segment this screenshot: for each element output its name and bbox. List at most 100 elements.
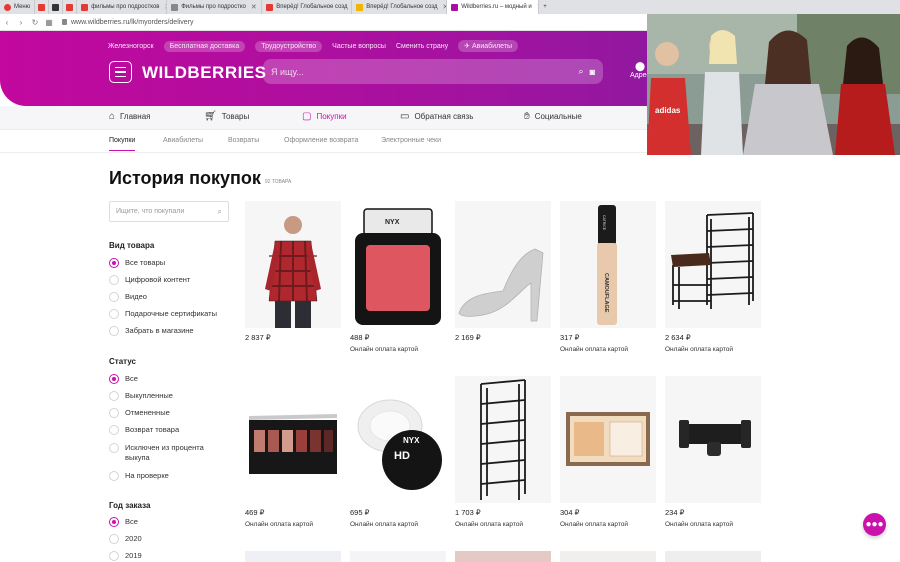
filter-option[interactable]: Забрать в магазине <box>109 326 234 336</box>
product-card[interactable]: 304 ₽ Онлайн оплата картой <box>560 376 656 528</box>
tab-e-receipts[interactable]: Электронные чеки <box>381 137 441 144</box>
product-image-concealer[interactable]: CATRICE CAMOUFLAGE <box>560 201 656 328</box>
browser-tab[interactable]: Вперёд! Глобальное созд✕ <box>262 0 353 14</box>
radio-selected[interactable] <box>109 374 119 384</box>
product-card[interactable] <box>455 551 551 562</box>
browser-tab[interactable]: Вперёд! Глобальное созд✕ <box>352 0 448 14</box>
opera-icon <box>4 3 11 11</box>
radio[interactable] <box>109 391 119 401</box>
radio[interactable] <box>109 275 119 285</box>
filter-option[interactable]: Видео <box>109 292 234 302</box>
product-image[interactable] <box>560 551 656 562</box>
product-card[interactable] <box>350 551 446 562</box>
browser-tab[interactable]: фильмы про подростков✕ <box>77 0 168 14</box>
city-link[interactable]: Железногорск <box>108 43 154 50</box>
product-card[interactable]: 2 169 ₽ <box>455 201 551 342</box>
radio[interactable] <box>109 292 119 302</box>
filter-option[interactable]: Все <box>109 374 234 384</box>
pinned-tab-icon[interactable] <box>63 0 78 14</box>
support-chat-button[interactable]: ●●● <box>863 513 886 536</box>
avia-link[interactable]: ✈ Авиабилеты <box>458 40 519 52</box>
tab-returns[interactable]: Возвраты <box>228 137 259 144</box>
purchases-search-input[interactable] <box>116 208 218 215</box>
product-image-rack-bench[interactable] <box>665 201 761 328</box>
product-image-shirt[interactable] <box>245 201 341 328</box>
tab-purchases[interactable]: Покупки <box>109 137 136 151</box>
filter-option[interactable]: Все товары <box>109 258 234 268</box>
product-card[interactable]: 2 634 ₽ Онлайн оплата картой <box>665 201 761 353</box>
filter-option[interactable]: Выкупленные <box>109 391 234 401</box>
search-input[interactable] <box>271 66 573 77</box>
filter-option[interactable]: Подарочные сертификаты <box>109 309 234 319</box>
radio[interactable] <box>109 551 119 561</box>
wildberries-logo[interactable]: WILDBERRIES <box>142 63 267 83</box>
close-tab-icon[interactable]: ✕ <box>251 3 257 11</box>
tab-avia[interactable]: Авиабилеты <box>163 137 203 144</box>
menu-burger-button[interactable] <box>109 61 132 83</box>
nav-purchases[interactable]: ▢ Покупки <box>302 111 347 122</box>
forward-icon[interactable]: › <box>14 18 28 27</box>
product-image-blush[interactable]: NYX <box>350 201 446 328</box>
url-field[interactable]: www.wildberries.ru/lk/myorders/delivery <box>62 19 194 26</box>
product-card[interactable]: 2 837 ₽ <box>245 201 341 342</box>
product-card[interactable]: NYX 488 ₽ Онлайн оплата картой <box>350 201 446 353</box>
product-card[interactable] <box>245 551 341 562</box>
product-card[interactable]: 469 ₽ Онлайн оплата картой <box>245 376 341 528</box>
radio-selected[interactable] <box>109 258 119 268</box>
filter-option[interactable]: Возврат товара <box>109 425 234 435</box>
radio-selected[interactable] <box>109 517 119 527</box>
product-image[interactable] <box>245 551 341 562</box>
product-image[interactable] <box>350 551 446 562</box>
filter-option[interactable]: Цифровой контент <box>109 275 234 285</box>
browser-tab-active[interactable]: Wildberries.ru – модный и✕ <box>447 0 540 14</box>
product-image-holder[interactable] <box>665 376 761 503</box>
search-icon[interactable]: ⌕ <box>579 66 584 77</box>
faq-link[interactable]: Частые вопросы <box>332 43 386 50</box>
back-icon[interactable]: ‹ <box>0 18 14 27</box>
radio[interactable] <box>109 326 119 336</box>
nav-goods[interactable]: 🛒︎ Товары <box>204 111 249 122</box>
product-image-shoe[interactable] <box>455 201 551 328</box>
jobs-link[interactable]: Трудоустройство <box>255 40 323 52</box>
nav-feedback[interactable]: ▭ Обратная связь <box>400 111 473 122</box>
reload-icon[interactable]: ↻ <box>28 18 42 27</box>
picture-in-picture-video[interactable]: adidas <box>647 14 900 155</box>
speed-dial-grid-icon[interactable]: ▦ <box>42 18 56 27</box>
product-image-rack[interactable] <box>455 376 551 503</box>
speed-dial-icon[interactable] <box>35 0 50 14</box>
new-tab-button[interactable]: + <box>539 0 551 14</box>
product-card[interactable] <box>665 551 761 562</box>
product-image-palette[interactable] <box>245 376 341 503</box>
product-card[interactable]: CATRICE CAMOUFLAGE 317 ₽ Онлайн оплата к… <box>560 201 656 353</box>
filter-option[interactable]: 2019 <box>109 551 234 561</box>
search-icon[interactable]: ⌕ <box>218 207 222 217</box>
filter-option[interactable]: 2020 <box>109 534 234 544</box>
product-image[interactable] <box>665 551 761 562</box>
filter-option[interactable]: На проверке <box>109 471 234 481</box>
nav-home[interactable]: ⌂ Главная <box>109 111 151 122</box>
camera-icon[interactable]: ◙ <box>590 67 595 77</box>
product-card[interactable]: 234 ₽ Онлайн оплата картой <box>665 376 761 528</box>
product-card[interactable]: NYX HD 695 ₽ Онлайн оплата картой <box>350 376 446 528</box>
product-image[interactable] <box>455 551 551 562</box>
filter-option[interactable]: Отмененные <box>109 408 234 418</box>
browser-tab[interactable]: Фильмы про подростко ✕ <box>167 0 263 14</box>
radio[interactable] <box>109 534 119 544</box>
product-image-box[interactable] <box>560 376 656 503</box>
product-card[interactable] <box>560 551 656 562</box>
radio[interactable] <box>109 309 119 319</box>
radio[interactable] <box>109 443 119 453</box>
pinned-tab-icon[interactable] <box>49 0 64 14</box>
radio[interactable] <box>109 425 119 435</box>
filter-option[interactable]: Исключен из процента выкупа <box>109 443 229 463</box>
change-country-link[interactable]: Сменить страну <box>396 43 448 50</box>
browser-menu-button[interactable]: Меню <box>0 0 36 14</box>
free-delivery-link[interactable]: Бесплатная доставка <box>163 40 246 52</box>
product-card[interactable]: 1 703 ₽ Онлайн оплата картой <box>455 376 551 528</box>
tab-return-request[interactable]: Оформление возврата <box>284 137 358 144</box>
nav-social[interactable]: ✋︎ Социальные <box>524 111 582 122</box>
radio[interactable] <box>109 471 119 481</box>
product-image-powder[interactable]: NYX HD <box>350 376 446 503</box>
filter-option[interactable]: Все <box>109 517 234 527</box>
radio[interactable] <box>109 408 119 418</box>
